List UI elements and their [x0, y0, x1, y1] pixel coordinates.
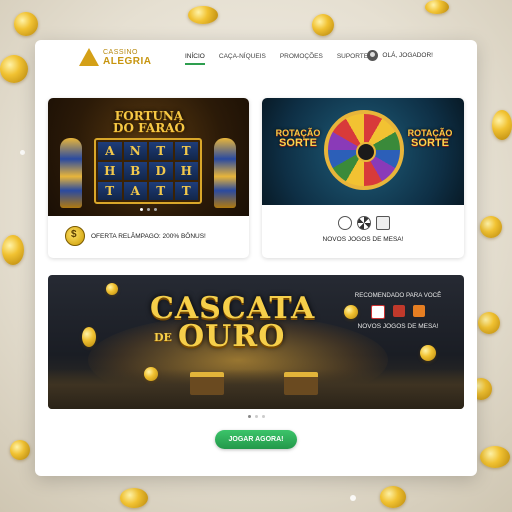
- game-card-fortuna-do-farao[interactable]: FORTUNA DO FARAÓ A N T T H B D H T A T T: [48, 98, 249, 258]
- logo-bottom-text: ALEGRIA: [103, 56, 152, 67]
- reel-symbol: A: [98, 142, 122, 160]
- brand-logo[interactable]: CASSINO ALEGRIA: [79, 48, 152, 67]
- reel-symbol: T: [149, 142, 173, 160]
- promo-flash-text: OFERTA RELÂMPAGO: 200% BÔNUS!: [91, 232, 206, 240]
- logo-text: CASSINO ALEGRIA: [103, 48, 152, 67]
- slot-game-image[interactable]: FORTUNA DO FARAÓ A N T T H B D H T A T T: [48, 98, 249, 216]
- slot-reels: A N T T H B D H T A T T: [94, 138, 202, 204]
- reel-symbol: H: [98, 162, 122, 180]
- dice-icon: [376, 216, 390, 230]
- game-card-rotacao-sorte[interactable]: ROTAÇÃO SORTE ROTAÇÃO SORTE NOVOS JOGOS …: [262, 98, 464, 258]
- chip-stack-icon: [413, 305, 425, 317]
- coin-icon: [478, 312, 500, 334]
- coin-icon: [106, 283, 118, 295]
- carousel-dot[interactable]: [254, 415, 258, 418]
- carousel-dot[interactable]: [140, 208, 143, 211]
- pharaoh-statue-icon: [214, 138, 236, 208]
- slot-title-line2: DO FARAÓ: [113, 121, 185, 135]
- rotacao-sorte-logo-right: ROTAÇÃO SORTE: [406, 128, 454, 149]
- reel-symbol: T: [98, 182, 122, 200]
- mine-cart-icon: [190, 372, 224, 395]
- logo-mark-icon: [79, 48, 99, 66]
- pharaoh-statue-icon: [60, 138, 82, 208]
- recommended-panel[interactable]: RECOMENDADO PARA VOCÊ NOVOS JOGOS DE MES…: [346, 292, 450, 330]
- carousel-dot[interactable]: [154, 208, 157, 211]
- nav-item-caca-niqueis[interactable]: CAÇA-NÍQUEIS: [219, 53, 266, 65]
- banner-title-de: DE: [154, 331, 172, 344]
- user-greeting: OLÁ, JOGADOR!: [382, 52, 433, 59]
- reel-symbol: T: [174, 182, 198, 200]
- recommended-subtitle: NOVOS JOGOS DE MESA!: [357, 323, 439, 330]
- recommended-icons: [346, 305, 450, 319]
- mine-rocks: [48, 369, 464, 409]
- table-game-icons: [338, 216, 395, 230]
- promo-table-games[interactable]: NOVOS JOGOS DE MESA!: [262, 236, 464, 243]
- carousel-dot[interactable]: [247, 415, 251, 418]
- fortune-wheel-icon: [324, 110, 404, 190]
- carousel-dot[interactable]: [261, 415, 265, 418]
- header: CASSINO ALEGRIA INÍCIO CAÇA-NÍQUEIS PROM…: [35, 40, 477, 78]
- coin-icon: [425, 0, 449, 14]
- coin-icon: [10, 440, 30, 460]
- banner-carousel-dots: [35, 415, 477, 418]
- user-menu[interactable]: OLÁ, JOGADOR!: [367, 50, 433, 61]
- coin-icon: [380, 486, 406, 508]
- banner-title-word2: OURO: [178, 319, 286, 354]
- sparkle-icon: [350, 495, 356, 501]
- coin-icon: [420, 345, 436, 361]
- reel-symbol: A: [123, 182, 147, 200]
- coin-icon: [480, 446, 510, 468]
- coin-icon: [14, 12, 38, 36]
- coin-icon: [82, 327, 96, 347]
- wheel-hub-icon: [356, 142, 376, 162]
- reel-symbol: D: [149, 162, 173, 180]
- reel-symbol: N: [123, 142, 147, 160]
- rotacao-logo-line2: SORTE: [411, 137, 449, 149]
- coin-icon: [312, 14, 334, 36]
- rotacao-logo-line2: SORTE: [279, 137, 317, 149]
- playing-card-icon: [371, 305, 385, 319]
- mine-cart-icon: [284, 372, 318, 395]
- coin-icon: [0, 55, 28, 83]
- table-game-icon: [393, 305, 405, 317]
- coin-icon: [144, 367, 158, 381]
- poker-chip-icon: [338, 216, 352, 230]
- reel-symbol: T: [149, 182, 173, 200]
- main-nav: INÍCIO CAÇA-NÍQUEIS PROMOÇÕES SUPORTE: [185, 53, 382, 65]
- reel-symbol: T: [174, 142, 198, 160]
- nav-item-suporte[interactable]: SUPORTE: [337, 53, 368, 65]
- hero-banner-cascata-de-ouro[interactable]: CASCATA DE OURO RECOMENDADO PARA VOCÊ NO…: [48, 275, 464, 409]
- reel-symbol: B: [123, 162, 147, 180]
- money-bag-icon: [65, 226, 85, 246]
- play-now-button[interactable]: JOGAR AGORA!: [215, 430, 297, 449]
- nav-item-inicio[interactable]: INÍCIO: [185, 53, 205, 65]
- coin-icon: [492, 110, 512, 140]
- coin-icon: [480, 216, 502, 238]
- wheel-game-image[interactable]: ROTAÇÃO SORTE ROTAÇÃO SORTE: [262, 98, 464, 205]
- slot-title: FORTUNA DO FARAÓ: [84, 110, 214, 134]
- casino-window: CASSINO ALEGRIA INÍCIO CAÇA-NÍQUEIS PROM…: [35, 40, 477, 476]
- rotacao-sorte-logo-left: ROTAÇÃO SORTE: [274, 128, 322, 149]
- promo-flash-offer[interactable]: OFERTA RELÂMPAGO: 200% BÔNUS!: [65, 226, 206, 246]
- user-avatar-icon: [367, 50, 379, 61]
- carousel-dot[interactable]: [147, 208, 150, 211]
- coin-icon: [120, 488, 148, 508]
- carousel-dots: [48, 208, 249, 211]
- recommended-title: RECOMENDADO PARA VOCÊ: [354, 292, 442, 299]
- nav-item-promocoes[interactable]: PROMOÇÕES: [280, 53, 323, 65]
- coin-icon: [2, 235, 24, 265]
- reel-symbol: H: [174, 162, 198, 180]
- roulette-icon: [357, 216, 371, 230]
- coin-icon: [188, 6, 218, 24]
- sparkle-icon: [20, 150, 25, 155]
